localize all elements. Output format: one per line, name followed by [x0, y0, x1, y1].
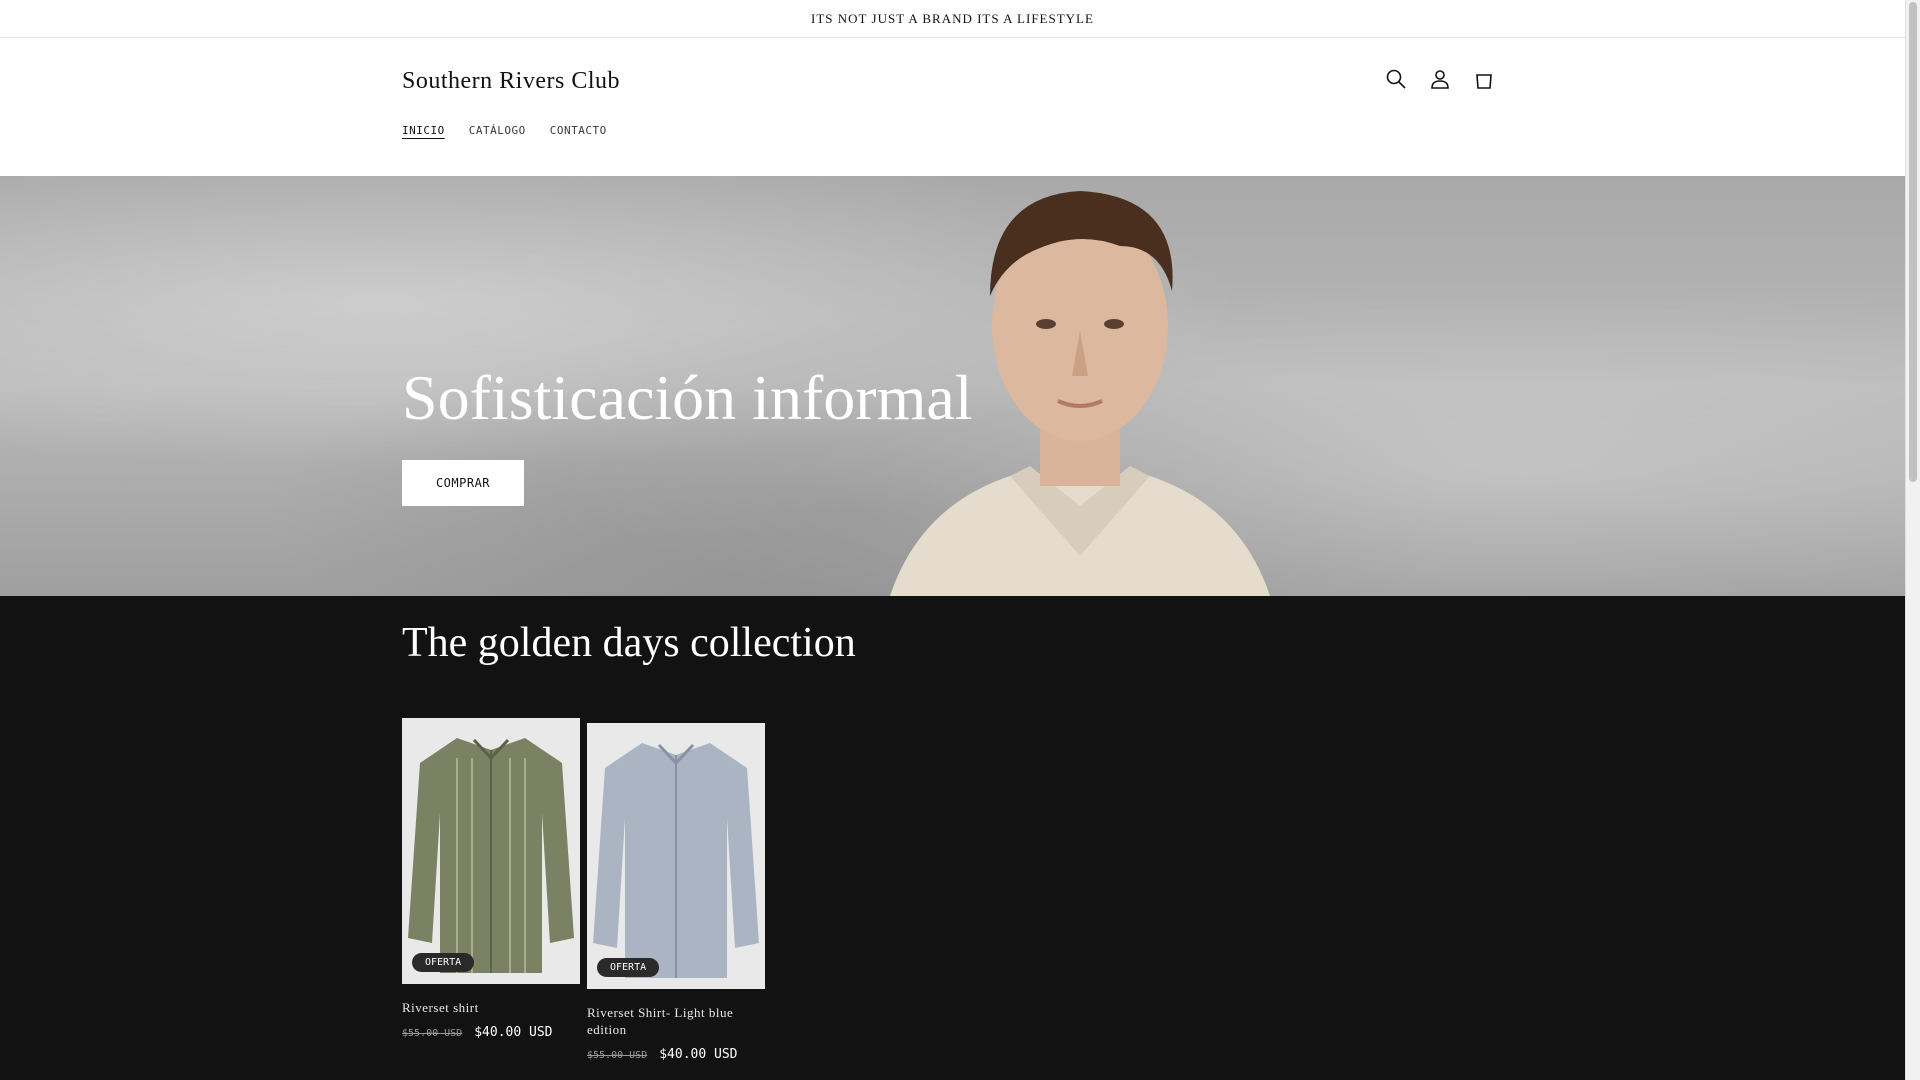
sale-badge: OFERTA — [597, 958, 660, 977]
product-title[interactable]: Riverset shirt — [402, 1000, 580, 1017]
product-prices: $55.00 USD $40.00 USD — [587, 1047, 765, 1062]
page-scrollbar[interactable] — [1905, 0, 1920, 1080]
account-icon[interactable] — [1423, 62, 1457, 96]
collection-title: The golden days collection — [402, 620, 856, 666]
product-card-loading — [957, 728, 1135, 994]
sale-badge: OFERTA — [412, 953, 475, 972]
nav-item-catalogo[interactable]: CATÁLOGO — [469, 124, 526, 137]
product-image-placeholder — [1327, 728, 1505, 994]
product-image[interactable]: OFERTA — [587, 723, 765, 989]
product-image-placeholder — [772, 728, 950, 994]
shirt-image — [593, 743, 759, 978]
product-card-loading — [1142, 728, 1320, 994]
shirt-image — [408, 738, 574, 973]
brand-logo[interactable]: Southern Rivers Club — [402, 68, 620, 95]
nav-item-contacto[interactable]: CONTACTO — [550, 124, 607, 137]
product-image[interactable]: OFERTA — [402, 718, 580, 984]
price-original: $55.00 USD — [587, 1049, 648, 1061]
page: ITS NOT JUST A BRAND ITS A LIFESTYLE Sou… — [0, 0, 1905, 1080]
product-card[interactable]: OFERTA Riverset Shirt- Light blue editio… — [587, 723, 765, 1062]
product-image-placeholder — [1142, 728, 1320, 994]
shop-now-button[interactable]: COMPRAR — [402, 460, 524, 506]
price-sale: $40.00 USD — [474, 1024, 553, 1040]
product-card[interactable]: OFERTA Riverset shirt $55.00 USD $40.00 … — [402, 718, 580, 1040]
product-card-loading — [1327, 728, 1505, 994]
header-icons — [1379, 62, 1501, 96]
announcement-bar: ITS NOT JUST A BRAND ITS A LIFESTYLE — [0, 0, 1905, 38]
main-nav: INICIO CATÁLOGO CONTACTO — [402, 124, 607, 137]
product-prices: $55.00 USD $40.00 USD — [402, 1025, 580, 1040]
site-header: Southern Rivers Club INICIO CATÁLOGO CON… — [0, 38, 1905, 176]
price-sale: $40.00 USD — [659, 1046, 738, 1062]
product-card-loading — [772, 728, 950, 994]
search-icon[interactable] — [1379, 62, 1413, 96]
price-original: $55.00 USD — [402, 1027, 463, 1039]
product-grid: OFERTA Riverset shirt $55.00 USD $40.00 … — [402, 718, 1505, 1080]
scrollbar-thumb[interactable] — [1909, 2, 1917, 482]
product-title[interactable]: Riverset Shirt- Light blue edition — [587, 1005, 765, 1039]
announcement-text: ITS NOT JUST A BRAND ITS A LIFESTYLE — [811, 10, 1094, 26]
nav-item-inicio[interactable]: INICIO — [402, 124, 445, 137]
hero-title: Sofisticación informal — [402, 362, 973, 433]
product-image-placeholder — [957, 728, 1135, 994]
cart-icon[interactable] — [1467, 62, 1501, 96]
hero-banner: Sofisticación informal COMPRAR — [0, 176, 1905, 596]
